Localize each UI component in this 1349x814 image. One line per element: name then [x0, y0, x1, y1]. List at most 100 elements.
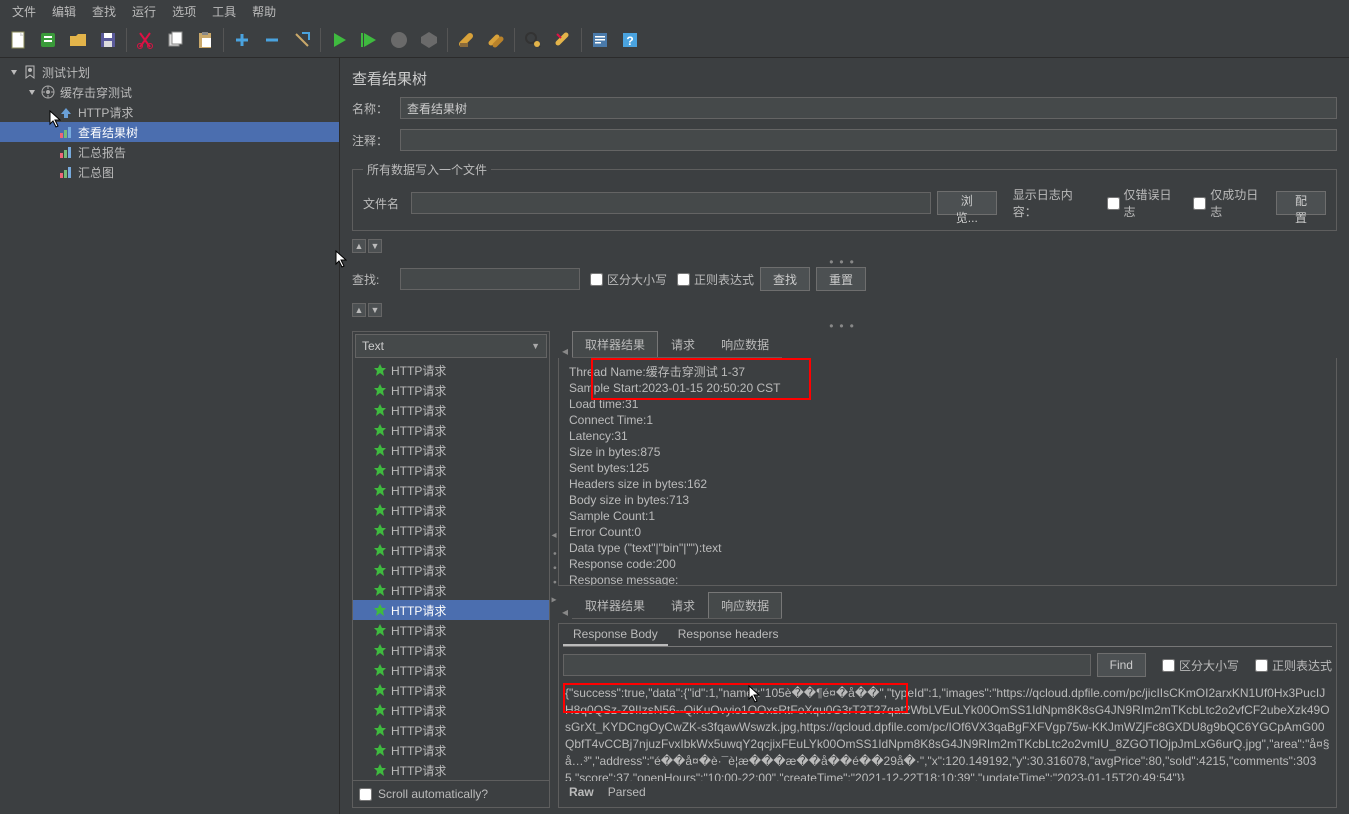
browse-button[interactable]: 浏览...	[937, 191, 997, 215]
only-success-checkbox[interactable]: 仅成功日志	[1193, 186, 1270, 220]
filename-input[interactable]	[411, 192, 931, 214]
result-item[interactable]: HTTP请求	[353, 540, 549, 560]
function-helper-icon[interactable]	[586, 26, 614, 54]
tree-search-input[interactable]	[400, 268, 580, 290]
menu-help[interactable]: 帮助	[244, 1, 284, 22]
stop-icon[interactable]	[385, 26, 413, 54]
result-item[interactable]: HTTP请求	[353, 680, 549, 700]
templates-icon[interactable]	[34, 26, 62, 54]
result-item[interactable]: HTTP请求	[353, 440, 549, 460]
splitter-handle-2[interactable]: •••	[352, 321, 1337, 331]
search-button[interactable]: 查找	[760, 267, 810, 291]
show-log-label: 显示日志内容：	[1013, 186, 1097, 220]
collapse-icon[interactable]	[258, 26, 286, 54]
subtab-response-body[interactable]: Response Body	[563, 624, 668, 646]
comment-input[interactable]	[400, 129, 1337, 151]
result-item[interactable]: HTTP请求	[353, 760, 549, 780]
open-icon[interactable]	[64, 26, 92, 54]
find-button[interactable]: Find	[1097, 653, 1146, 677]
result-item[interactable]: HTTP请求	[353, 500, 549, 520]
comment-label: 注释：	[352, 132, 400, 149]
results-list-pane: Text HTTP请求HTTP请求HTTP请求HTTP请求HTTP请求HTTP请…	[352, 331, 550, 808]
expand-down-btn[interactable]: ▼	[368, 239, 382, 253]
vertical-splitter[interactable]: ◂ • • • ▸	[550, 331, 558, 808]
tab-response-data[interactable]: 响应数据	[708, 331, 782, 357]
copy-icon[interactable]	[161, 26, 189, 54]
expand-down-btn-2[interactable]: ▼	[368, 303, 382, 317]
find-regex-checkbox[interactable]: 正则表达式	[1255, 657, 1332, 674]
search-tree-icon[interactable]	[519, 26, 547, 54]
menu-edit[interactable]: 编辑	[44, 1, 84, 22]
result-item[interactable]: HTTP请求	[353, 660, 549, 680]
help-icon[interactable]: ?	[616, 26, 644, 54]
tab2-request[interactable]: 请求	[658, 592, 708, 618]
start-icon[interactable]	[325, 26, 353, 54]
result-item[interactable]: HTTP请求	[353, 620, 549, 640]
cut-icon[interactable]	[131, 26, 159, 54]
collapse-up-btn-2[interactable]: ▲	[352, 303, 366, 317]
regex-checkbox[interactable]: 正则表达式	[677, 271, 754, 288]
paste-icon[interactable]	[191, 26, 219, 54]
parsed-tab[interactable]: Parsed	[608, 785, 646, 799]
response-find-input[interactable]	[563, 654, 1091, 676]
result-item[interactable]: HTTP请求	[353, 520, 549, 540]
subtab-response-headers[interactable]: Response headers	[668, 624, 789, 646]
collapse-up-btn[interactable]: ▲	[352, 239, 366, 253]
response-body-text[interactable]: {"success":true,"data":{"id":1,"name":"1…	[563, 683, 1332, 781]
results-list[interactable]: HTTP请求HTTP请求HTTP请求HTTP请求HTTP请求HTTP请求HTTP…	[353, 360, 549, 780]
new-icon[interactable]	[4, 26, 32, 54]
splitter-handle[interactable]: •••	[352, 257, 1337, 267]
find-case-checkbox[interactable]: 区分大小写	[1162, 657, 1239, 674]
tree-summary-report[interactable]: 汇总报告	[0, 142, 339, 162]
sampler-line: Body size in bytes:713	[569, 492, 1326, 508]
shutdown-icon[interactable]	[415, 26, 443, 54]
menu-options[interactable]: 选项	[164, 1, 204, 22]
tab-request[interactable]: 请求	[658, 331, 708, 357]
tree-thread-group[interactable]: 缓存击穿测试	[0, 82, 339, 102]
clear-icon[interactable]	[452, 26, 480, 54]
tab-sampler-result[interactable]: 取样器结果	[572, 331, 658, 358]
search-reset-icon[interactable]	[549, 26, 577, 54]
result-item[interactable]: HTTP请求	[353, 700, 549, 720]
menu-search[interactable]: 查找	[84, 1, 124, 22]
tree-http-sampler[interactable]: HTTP请求	[0, 102, 339, 122]
expand-icon[interactable]	[228, 26, 256, 54]
sampler-result-body: Thread Name:缓存击穿测试 1-37Sample Start:2023…	[558, 358, 1337, 586]
configure-button[interactable]: 配置	[1276, 191, 1326, 215]
menu-run[interactable]: 运行	[124, 1, 164, 22]
only-error-checkbox[interactable]: 仅错误日志	[1107, 186, 1184, 220]
result-item[interactable]: HTTP请求	[353, 640, 549, 660]
result-item[interactable]: HTTP请求	[353, 560, 549, 580]
sampler-line: Size in bytes:875	[569, 444, 1326, 460]
menu-tools[interactable]: 工具	[204, 1, 244, 22]
result-item[interactable]: HTTP请求	[353, 360, 549, 380]
result-item[interactable]: HTTP请求	[353, 420, 549, 440]
clear-all-icon[interactable]	[482, 26, 510, 54]
result-item[interactable]: HTTP请求	[353, 400, 549, 420]
tab2-sampler-result[interactable]: 取样器结果	[572, 592, 658, 618]
tree-test-plan[interactable]: 测试计划	[0, 62, 339, 82]
reset-button[interactable]: 重置	[816, 267, 866, 291]
detail-pane: ◂ 取样器结果 请求 响应数据 Thread Name:缓存击穿测试 1-37S…	[558, 331, 1337, 808]
file-output-fieldset: 所有数据写入一个文件 文件名 浏览... 显示日志内容： 仅错误日志 仅成功日志…	[352, 161, 1337, 231]
menu-file[interactable]: 文件	[4, 1, 44, 22]
result-item[interactable]: HTTP请求	[353, 740, 549, 760]
start-notimers-icon[interactable]	[355, 26, 383, 54]
toggle-icon[interactable]	[288, 26, 316, 54]
raw-tab[interactable]: Raw	[569, 785, 594, 799]
name-input[interactable]	[400, 97, 1337, 119]
test-plan-tree[interactable]: 测试计划 缓存击穿测试 HTTP请求 查看结果树 汇总报告 汇总图	[0, 58, 340, 814]
result-item[interactable]: HTTP请求	[353, 720, 549, 740]
scroll-auto-checkbox[interactable]: Scroll automatically?	[353, 780, 549, 807]
result-item[interactable]: HTTP请求	[353, 480, 549, 500]
tab2-response-data[interactable]: 响应数据	[708, 592, 782, 619]
save-icon[interactable]	[94, 26, 122, 54]
result-item[interactable]: HTTP请求	[353, 600, 549, 620]
tree-aggregate-graph[interactable]: 汇总图	[0, 162, 339, 182]
result-item[interactable]: HTTP请求	[353, 580, 549, 600]
tree-view-results-tree[interactable]: 查看结果树	[0, 122, 339, 142]
render-format-dropdown[interactable]: Text	[355, 334, 547, 358]
case-sensitive-checkbox[interactable]: 区分大小写	[590, 271, 667, 288]
result-item[interactable]: HTTP请求	[353, 380, 549, 400]
result-item[interactable]: HTTP请求	[353, 460, 549, 480]
